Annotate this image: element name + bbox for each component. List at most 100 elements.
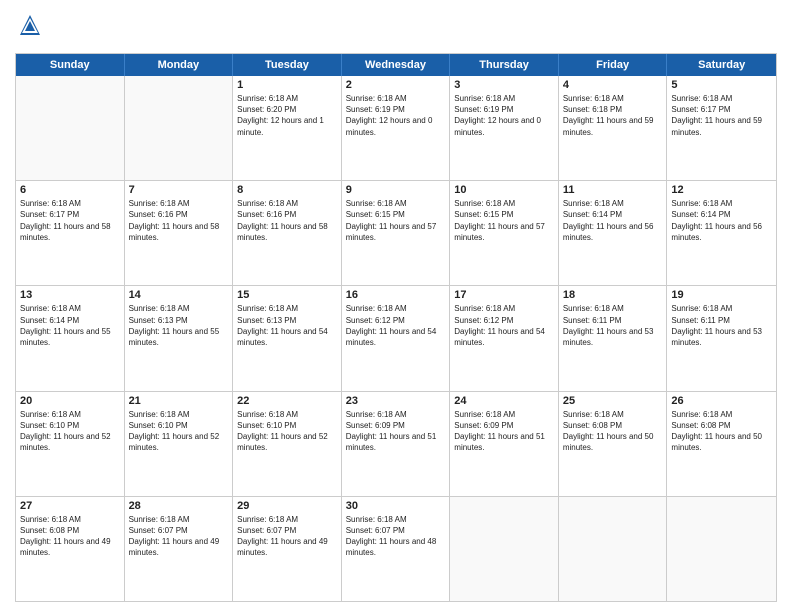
empty-cell xyxy=(16,76,125,180)
day-info: Sunrise: 6:18 AMSunset: 6:08 PMDaylight:… xyxy=(563,409,663,454)
day-cell-27: 27Sunrise: 6:18 AMSunset: 6:08 PMDayligh… xyxy=(16,497,125,601)
calendar: SundayMondayTuesdayWednesdayThursdayFrid… xyxy=(15,53,777,602)
calendar-row-3: 20 Sunrise: 6:18 AMSunset: 6:10 PMDayligh… xyxy=(16,391,776,496)
day-cell-29: 29 Sunrise: 6:18 AMSunset: 6:07 PMDayligh… xyxy=(233,497,342,601)
day-number: 5 xyxy=(671,79,772,91)
day-cell-8: 8 Sunrise: 6:18 AMSunset: 6:16 PMDaylight… xyxy=(233,181,342,285)
empty-cell xyxy=(667,497,776,601)
day-info: Sunrise: 6:18 AMSunset: 6:17 PMDaylight:… xyxy=(671,93,772,138)
day-info: Sunrise: 6:18 AMSunset: 6:09 PMDaylight:… xyxy=(346,409,446,454)
day-number: 6 xyxy=(20,184,120,196)
day-of-week-saturday: Saturday xyxy=(667,54,776,76)
day-info: Sunrise: 6:18 AMSunset: 6:12 PMDaylight:… xyxy=(454,303,554,348)
day-number: 23 xyxy=(346,395,446,407)
day-info: Sunrise: 6:18 AMSunset: 6:14 PMDaylight:… xyxy=(563,198,663,243)
day-cell-23: 23 Sunrise: 6:18 AMSunset: 6:09 PMDayligh… xyxy=(342,392,451,496)
day-info: Sunrise: 6:18 AMSunset: 6:09 PMDaylight:… xyxy=(454,409,554,454)
calendar-row-4: 27Sunrise: 6:18 AMSunset: 6:08 PMDayligh… xyxy=(16,496,776,601)
day-of-week-monday: Monday xyxy=(125,54,234,76)
day-number: 24 xyxy=(454,395,554,407)
calendar-row-0: 1Sunrise: 6:18 AMSunset: 6:20 PMDaylight… xyxy=(16,76,776,180)
day-info: Sunrise: 6:18 AMSunset: 6:11 PMDaylight:… xyxy=(563,303,663,348)
day-cell-3: 3 Sunrise: 6:18 AMSunset: 6:19 PMDaylight… xyxy=(450,76,559,180)
day-info: Sunrise: 6:18 AMSunset: 6:14 PMDaylight:… xyxy=(20,303,120,348)
day-of-week-tuesday: Tuesday xyxy=(233,54,342,76)
day-of-week-friday: Friday xyxy=(559,54,668,76)
day-info: Sunrise: 6:18 AMSunset: 6:15 PMDaylight:… xyxy=(346,198,446,243)
day-info: Sunrise: 6:18 AMSunset: 6:10 PMDaylight:… xyxy=(129,409,229,454)
day-info: Sunrise: 6:18 AMSunset: 6:10 PMDaylight:… xyxy=(237,409,337,454)
day-info: Sunrise: 6:18 AMSunset: 6:19 PMDaylight:… xyxy=(454,93,554,138)
day-of-week-wednesday: Wednesday xyxy=(342,54,451,76)
day-cell-6: 6 Sunrise: 6:18 AMSunset: 6:17 PMDaylight… xyxy=(16,181,125,285)
empty-cell xyxy=(125,76,234,180)
day-cell-10: 10Sunrise: 6:18 AMSunset: 6:15 PMDayligh… xyxy=(450,181,559,285)
day-number: 15 xyxy=(237,289,337,301)
day-cell-22: 22 Sunrise: 6:18 AMSunset: 6:10 PMDayligh… xyxy=(233,392,342,496)
empty-cell xyxy=(450,497,559,601)
day-info: Sunrise: 6:18 AMSunset: 6:07 PMDaylight:… xyxy=(237,514,337,559)
day-info: Sunrise: 6:18 AMSunset: 6:13 PMDaylight:… xyxy=(237,303,337,348)
day-number: 16 xyxy=(346,289,446,301)
day-number: 26 xyxy=(671,395,772,407)
day-of-week-sunday: Sunday xyxy=(16,54,125,76)
day-cell-14: 14 Sunrise: 6:18 AMSunset: 6:13 PMDayligh… xyxy=(125,286,234,390)
day-number: 22 xyxy=(237,395,337,407)
day-number: 18 xyxy=(563,289,663,301)
day-info: Sunrise: 6:18 AMSunset: 6:14 PMDaylight:… xyxy=(671,198,772,243)
day-number: 25 xyxy=(563,395,663,407)
logo xyxy=(15,10,49,45)
calendar-row-2: 13 Sunrise: 6:18 AMSunset: 6:14 PMDayligh… xyxy=(16,285,776,390)
day-info: Sunrise: 6:18 AMSunset: 6:19 PMDaylight:… xyxy=(346,93,446,138)
day-cell-30: 30 Sunrise: 6:18 AMSunset: 6:07 PMDayligh… xyxy=(342,497,451,601)
day-number: 7 xyxy=(129,184,229,196)
day-number: 29 xyxy=(237,500,337,512)
day-cell-25: 25 Sunrise: 6:18 AMSunset: 6:08 PMDayligh… xyxy=(559,392,668,496)
day-cell-12: 12 Sunrise: 6:18 AMSunset: 6:14 PMDayligh… xyxy=(667,181,776,285)
calendar-body: 1Sunrise: 6:18 AMSunset: 6:20 PMDaylight… xyxy=(16,76,776,601)
page-header xyxy=(15,10,777,45)
day-cell-21: 21Sunrise: 6:18 AMSunset: 6:10 PMDayligh… xyxy=(125,392,234,496)
logo-icon xyxy=(15,10,45,40)
day-number: 19 xyxy=(671,289,772,301)
day-info: Sunrise: 6:18 AMSunset: 6:12 PMDaylight:… xyxy=(346,303,446,348)
day-info: Sunrise: 6:18 AMSunset: 6:15 PMDaylight:… xyxy=(454,198,554,243)
day-number: 2 xyxy=(346,79,446,91)
day-cell-13: 13 Sunrise: 6:18 AMSunset: 6:14 PMDayligh… xyxy=(16,286,125,390)
day-info: Sunrise: 6:18 AMSunset: 6:18 PMDaylight:… xyxy=(563,93,663,138)
day-number: 3 xyxy=(454,79,554,91)
day-cell-5: 5 Sunrise: 6:18 AMSunset: 6:17 PMDaylight… xyxy=(667,76,776,180)
day-number: 17 xyxy=(454,289,554,301)
empty-cell xyxy=(559,497,668,601)
day-cell-16: 16 Sunrise: 6:18 AMSunset: 6:12 PMDayligh… xyxy=(342,286,451,390)
day-info: Sunrise: 6:18 AMSunset: 6:07 PMDaylight:… xyxy=(129,514,229,559)
day-number: 1 xyxy=(237,79,337,91)
day-info: Sunrise: 6:18 AMSunset: 6:16 PMDaylight:… xyxy=(129,198,229,243)
day-cell-20: 20 Sunrise: 6:18 AMSunset: 6:10 PMDayligh… xyxy=(16,392,125,496)
day-number: 4 xyxy=(563,79,663,91)
day-number: 13 xyxy=(20,289,120,301)
day-number: 20 xyxy=(20,395,120,407)
day-cell-9: 9Sunrise: 6:18 AMSunset: 6:15 PMDaylight… xyxy=(342,181,451,285)
day-of-week-thursday: Thursday xyxy=(450,54,559,76)
day-number: 30 xyxy=(346,500,446,512)
day-cell-11: 11 Sunrise: 6:18 AMSunset: 6:14 PMDayligh… xyxy=(559,181,668,285)
day-info: Sunrise: 6:18 AMSunset: 6:11 PMDaylight:… xyxy=(671,303,772,348)
day-cell-1: 1Sunrise: 6:18 AMSunset: 6:20 PMDaylight… xyxy=(233,76,342,180)
day-info: Sunrise: 6:18 AMSunset: 6:13 PMDaylight:… xyxy=(129,303,229,348)
day-number: 8 xyxy=(237,184,337,196)
day-cell-18: 18 Sunrise: 6:18 AMSunset: 6:11 PMDayligh… xyxy=(559,286,668,390)
day-info: Sunrise: 6:18 AMSunset: 6:08 PMDaylight:… xyxy=(20,514,120,559)
day-info: Sunrise: 6:18 AMSunset: 6:17 PMDaylight:… xyxy=(20,198,120,243)
day-info: Sunrise: 6:18 AMSunset: 6:10 PMDaylight:… xyxy=(20,409,120,454)
day-info: Sunrise: 6:18 AMSunset: 6:07 PMDaylight:… xyxy=(346,514,446,559)
day-info: Sunrise: 6:18 AMSunset: 6:16 PMDaylight:… xyxy=(237,198,337,243)
day-cell-26: 26 Sunrise: 6:18 AMSunset: 6:08 PMDayligh… xyxy=(667,392,776,496)
day-cell-2: 2 Sunrise: 6:18 AMSunset: 6:19 PMDaylight… xyxy=(342,76,451,180)
day-number: 14 xyxy=(129,289,229,301)
day-info: Sunrise: 6:18 AMSunset: 6:08 PMDaylight:… xyxy=(671,409,772,454)
day-number: 12 xyxy=(671,184,772,196)
day-cell-28: 28Sunrise: 6:18 AMSunset: 6:07 PMDayligh… xyxy=(125,497,234,601)
day-number: 11 xyxy=(563,184,663,196)
day-cell-19: 19 Sunrise: 6:18 AMSunset: 6:11 PMDayligh… xyxy=(667,286,776,390)
